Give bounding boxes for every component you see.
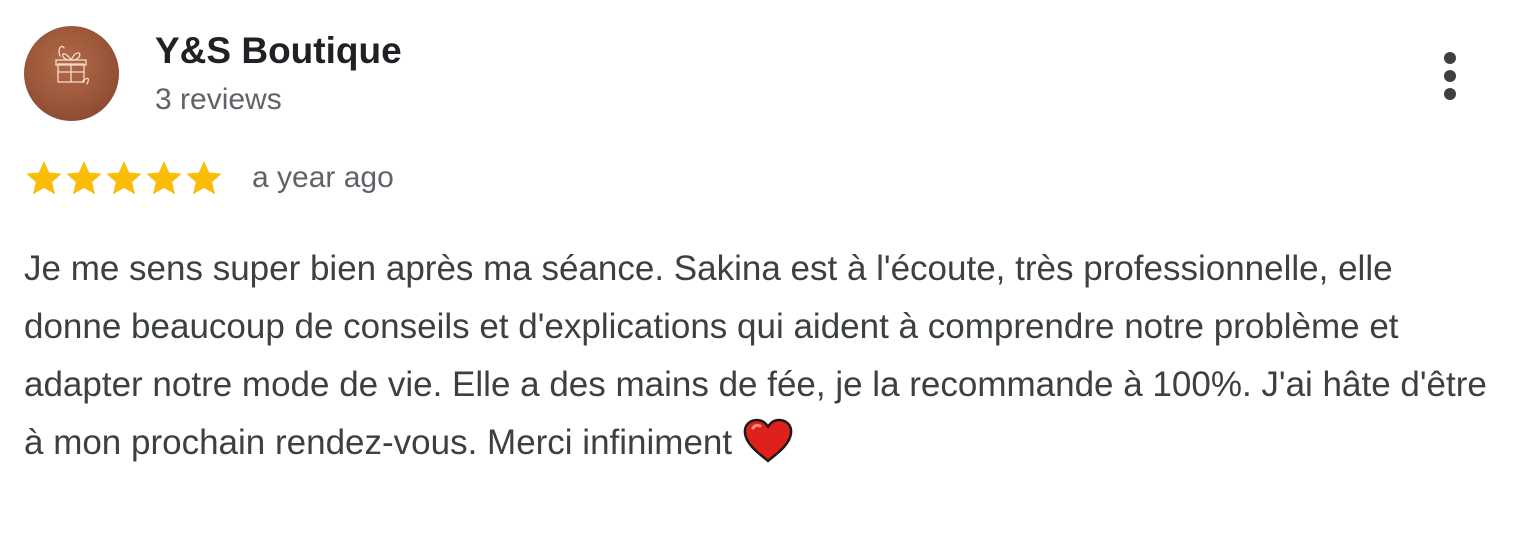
author-reviews-count[interactable]: 3 reviews xyxy=(155,82,402,118)
star-icon xyxy=(146,161,182,195)
gift-box-logo-icon xyxy=(55,45,89,85)
review-date: a year ago xyxy=(252,161,394,194)
review-card: Y&S Boutique 3 reviews a year ago Je me … xyxy=(0,0,1520,559)
more-vert-dot xyxy=(1444,70,1456,82)
more-vert-dot xyxy=(1444,88,1456,100)
author-info: Y&S Boutique 3 reviews xyxy=(155,30,402,118)
star-rating xyxy=(24,158,224,198)
review-body: Je me sens super bien après ma séance. S… xyxy=(24,240,1494,472)
star-icon xyxy=(186,161,222,195)
star-icon xyxy=(106,161,142,195)
star-icon xyxy=(26,161,62,195)
rating-row: a year ago xyxy=(24,158,394,198)
heart-icon xyxy=(743,418,793,462)
more-vert-icon xyxy=(1444,52,1456,64)
author-name[interactable]: Y&S Boutique xyxy=(155,30,402,72)
star-icon xyxy=(66,161,102,195)
avatar[interactable] xyxy=(24,26,119,121)
more-options-button[interactable] xyxy=(1430,50,1472,102)
review-header: Y&S Boutique 3 reviews xyxy=(24,26,402,121)
